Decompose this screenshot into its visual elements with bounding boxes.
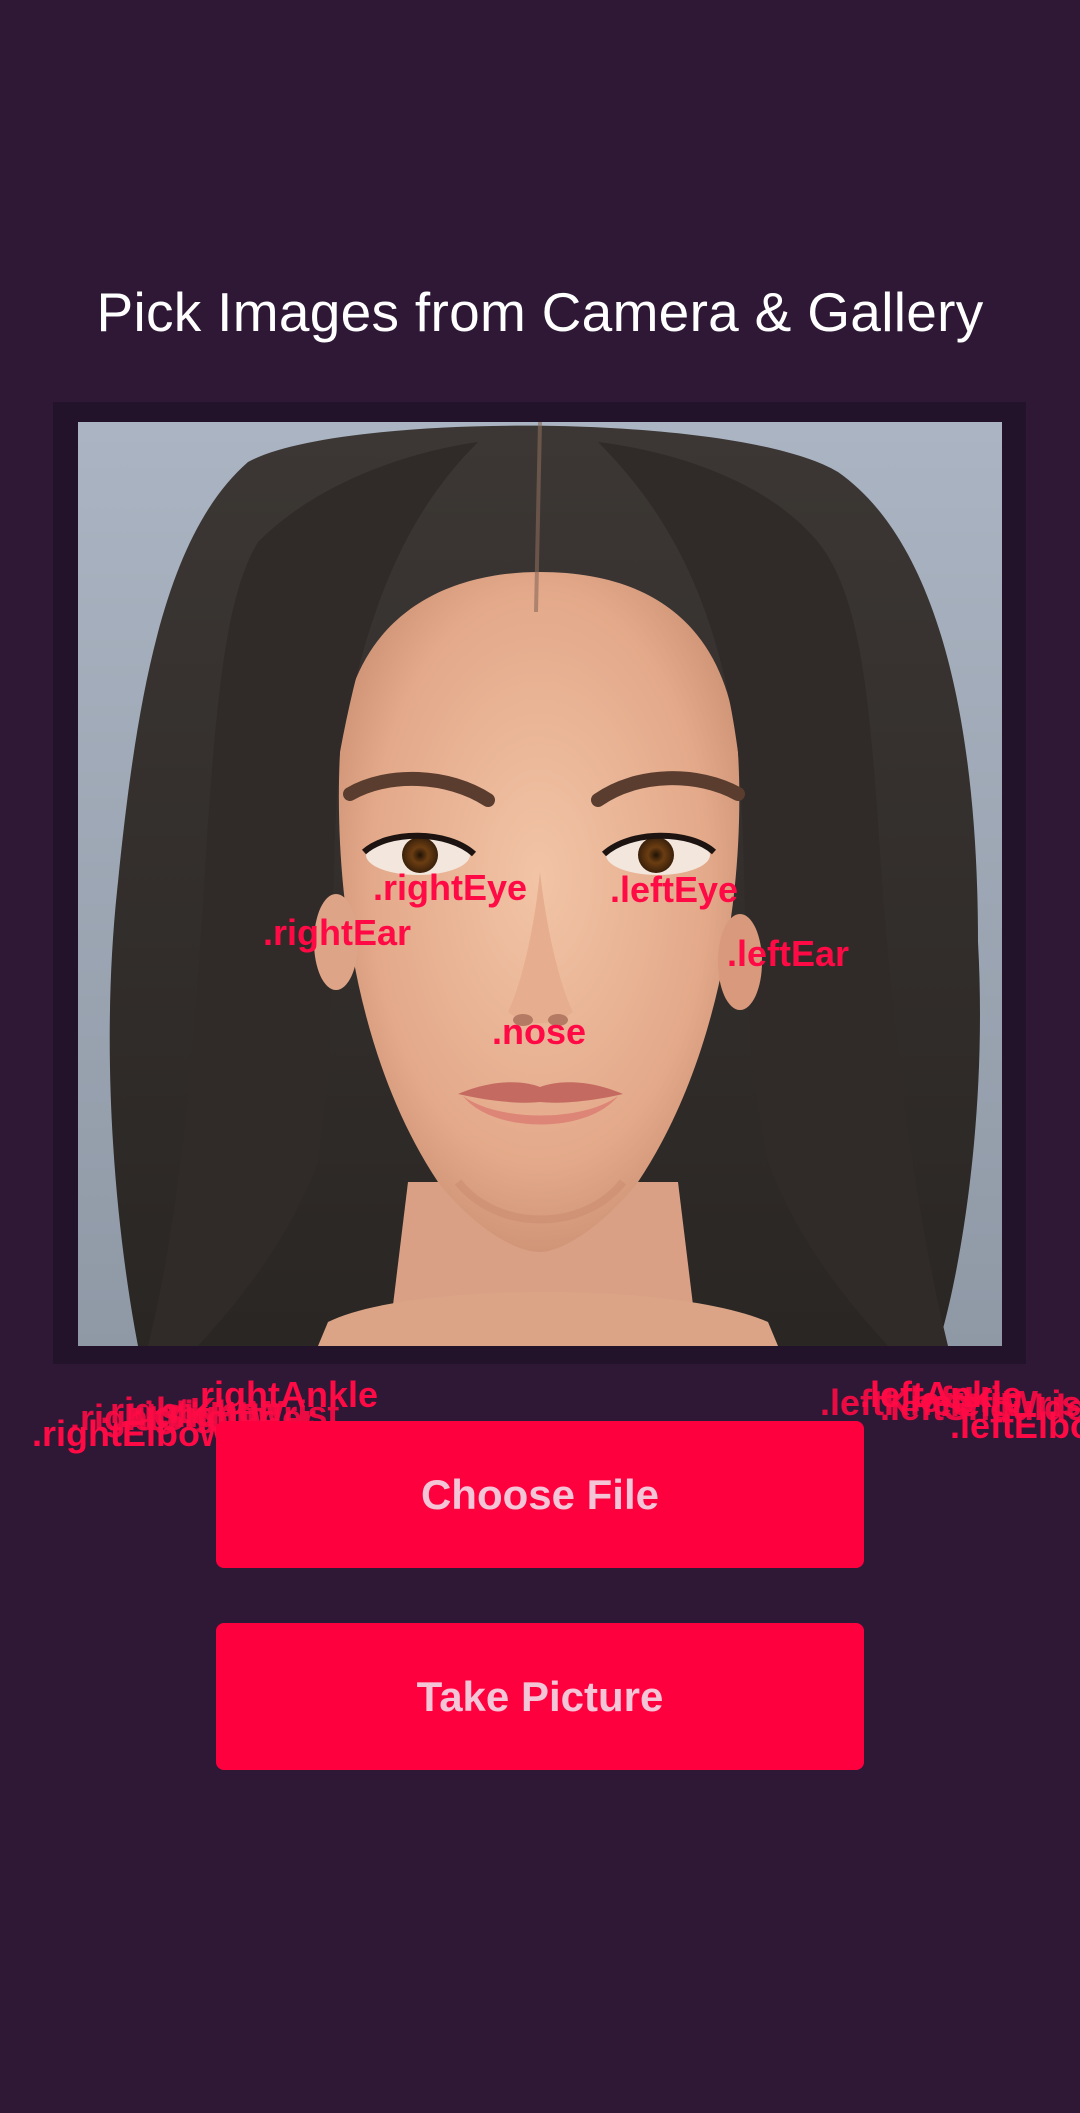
- stray-label-left: .leftKnee: [820, 1382, 973, 1423]
- left-ankle-label: .leftAnkle: [860, 1374, 1023, 1415]
- portrait-photo: [78, 422, 1002, 1346]
- stray-label-left: .leftWrist: [940, 1383, 1080, 1424]
- stray-label-left: .leftHip: [900, 1379, 1022, 1420]
- right-elbow-label: .rightElbow: [32, 1413, 228, 1454]
- page-title: Pick Images from Camera & Gallery: [96, 281, 984, 343]
- left-elbow-label: .leftElbow: [950, 1405, 1080, 1446]
- take-picture-button[interactable]: Take Picture: [216, 1623, 864, 1770]
- stray-label-left: .leftShoulder: [880, 1387, 1080, 1428]
- right-ankle-label: .rightAnkle: [190, 1374, 379, 1415]
- choose-file-button[interactable]: Choose File: [216, 1421, 864, 1568]
